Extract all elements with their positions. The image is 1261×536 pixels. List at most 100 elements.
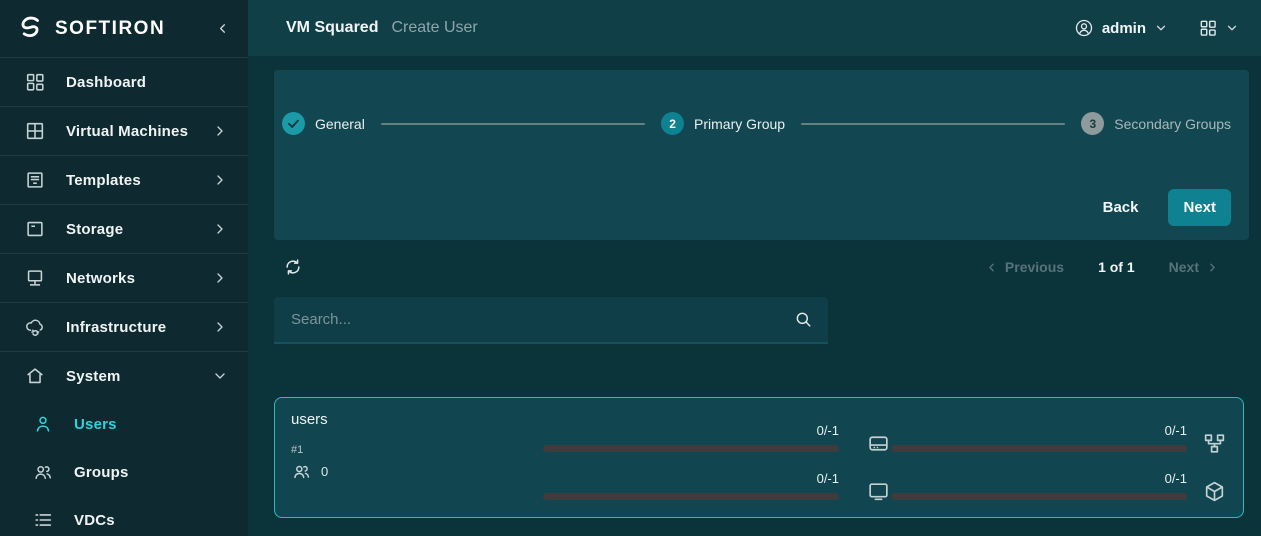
quota-value: 0/-1 (543, 471, 839, 486)
search-box (274, 297, 828, 344)
sidebar-item-label: VDCs (74, 512, 228, 529)
topbar: VM Squared Create User admin (248, 0, 1261, 56)
sidebar-item-label: Storage (66, 221, 212, 238)
quota-value: 0/-1 (891, 471, 1187, 486)
chevron-right-icon (1206, 261, 1219, 274)
list-icon (32, 509, 54, 531)
back-button[interactable]: Back (1099, 191, 1143, 224)
create-user-wizard-panel: General 2 Primary Group 3 Secondary Grou… (274, 70, 1249, 240)
infrastructure-icon (24, 316, 46, 338)
chevron-right-icon (212, 221, 228, 237)
chevron-left-icon (985, 261, 998, 274)
chevron-right-icon (212, 172, 228, 188)
sidebar-item-dashboard[interactable]: Dashboard (0, 57, 248, 106)
sidebar-item-vdcs[interactable]: VDCs (0, 496, 248, 536)
quota-network: 0/-1 (891, 423, 1187, 459)
next-button[interactable]: Next (1168, 189, 1231, 226)
sidebar-item-virtual-machines[interactable]: Virtual Machines (0, 106, 248, 155)
chevron-right-icon (212, 270, 228, 286)
quota-value: 0/-1 (891, 423, 1187, 438)
sidebar-item-users[interactable]: Users (0, 400, 248, 448)
group-icon (291, 461, 312, 482)
quota-bar (891, 493, 1187, 500)
sidebar-item-networks[interactable]: Networks (0, 253, 248, 302)
chevron-down-icon (1154, 21, 1168, 35)
home-icon (24, 365, 46, 387)
logo-row: SOFTIRON (0, 0, 248, 57)
refresh-icon[interactable] (283, 257, 303, 277)
list-toolbar: Previous 1 of 1 Next (274, 252, 1249, 282)
quota-grid: 0/-1 0/-1 0/-1 (543, 411, 1227, 507)
sidebar: SOFTIRON Dashboard Virtual Machines (0, 0, 248, 536)
step-general[interactable]: General (282, 112, 365, 135)
chevron-down-icon (1225, 21, 1239, 35)
chevron-right-icon (212, 123, 228, 139)
step-number: 3 (1081, 112, 1104, 135)
step-label: Secondary Groups (1114, 116, 1231, 132)
stepper-connector (381, 123, 645, 125)
templates-icon (24, 169, 46, 191)
quota-bar (543, 493, 839, 500)
step-label: Primary Group (694, 116, 785, 132)
sidebar-item-label: Dashboard (66, 74, 228, 91)
quota-image: 0/-1 (891, 471, 1187, 507)
wizard-actions: Back Next (282, 189, 1231, 226)
group-name: users (291, 411, 543, 428)
datastore-icon (866, 431, 891, 456)
next-page-button[interactable]: Next (1169, 259, 1219, 275)
stepper-connector (801, 123, 1065, 125)
sidebar-item-templates[interactable]: Templates (0, 155, 248, 204)
brand-name: SOFTIRON (55, 18, 215, 40)
app-title: VM Squared (286, 19, 378, 37)
content: General 2 Primary Group 3 Secondary Grou… (248, 56, 1261, 536)
pagination: Previous 1 of 1 Next (985, 259, 1219, 275)
search-icon[interactable] (794, 310, 813, 329)
apps-menu[interactable] (1198, 18, 1239, 38)
quota-vm: 0/-1 (543, 471, 839, 507)
user-count-value: 0 (321, 464, 328, 479)
sidebar-item-label: Templates (66, 172, 212, 189)
sidebar-item-groups[interactable]: Groups (0, 448, 248, 496)
group-card-users[interactable]: users #1 0 0/-1 (274, 397, 1244, 518)
package-icon (1202, 479, 1227, 504)
sidebar-item-storage[interactable]: Storage (0, 204, 248, 253)
sidebar-item-label: Virtual Machines (66, 123, 212, 140)
app-window: SOFTIRON Dashboard Virtual Machines (0, 0, 1261, 536)
page-title: Create User (391, 19, 477, 37)
sidebar-collapse-button[interactable] (215, 21, 230, 36)
chevron-right-icon (212, 319, 228, 335)
chevron-down-icon (212, 368, 228, 384)
group-id: #1 (291, 444, 543, 456)
sidebar-item-label: Groups (74, 464, 228, 481)
apps-grid-icon (1198, 18, 1218, 38)
quota-bar (891, 445, 1187, 452)
main-area: VM Squared Create User admin (248, 0, 1261, 536)
step-primary-group[interactable]: 2 Primary Group (661, 112, 785, 135)
step-secondary-groups[interactable]: 3 Secondary Groups (1081, 112, 1231, 135)
user-circle-icon (1074, 18, 1094, 38)
quota-bar (543, 445, 839, 452)
dashboard-icon (24, 71, 46, 93)
step-done-check-icon (282, 112, 305, 135)
user-menu[interactable]: admin (1074, 18, 1168, 38)
quota-datastore: 0/-1 (543, 423, 839, 459)
step-number: 2 (661, 112, 684, 135)
wizard-stepper: General 2 Primary Group 3 Secondary Grou… (282, 112, 1231, 135)
page-indicator: 1 of 1 (1098, 259, 1135, 275)
sidebar-item-infrastructure[interactable]: Infrastructure (0, 302, 248, 351)
previous-page-button[interactable]: Previous (985, 259, 1064, 275)
sidebar-item-label: System (66, 368, 212, 385)
storage-icon (24, 218, 46, 240)
quota-value: 0/-1 (543, 423, 839, 438)
group-user-count: 0 (291, 461, 543, 482)
group-icon (32, 461, 54, 483)
step-label: General (315, 116, 365, 132)
display-icon (866, 479, 891, 504)
search-input[interactable] (289, 310, 794, 329)
sidebar-item-label: Infrastructure (66, 319, 212, 336)
sidebar-item-system[interactable]: System (0, 351, 248, 400)
user-name: admin (1102, 20, 1146, 37)
next-label: Next (1169, 259, 1199, 275)
virtual-machines-icon (24, 120, 46, 142)
previous-label: Previous (1005, 259, 1064, 275)
